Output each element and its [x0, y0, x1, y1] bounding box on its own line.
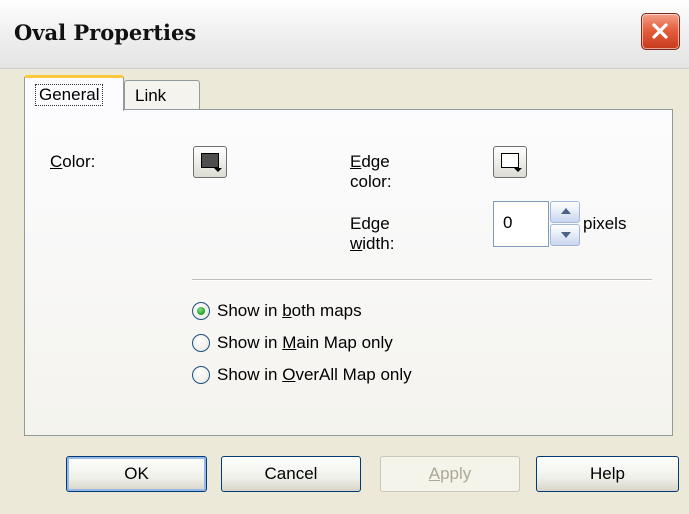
edge-width-unit: pixels [583, 214, 627, 233]
color-swatch [201, 153, 219, 168]
cancel-button[interactable]: Cancel [221, 456, 361, 492]
chevron-down-icon [514, 168, 522, 172]
window-title: Oval Properties [14, 20, 197, 45]
close-button[interactable] [641, 13, 680, 50]
color-picker-button[interactable] [193, 146, 227, 178]
help-button[interactable]: Help [536, 456, 679, 492]
radio-button[interactable] [192, 366, 210, 384]
spin-up-button[interactable] [550, 201, 580, 223]
arrow-down-icon [561, 232, 571, 238]
radio-label: Show in OverAll Map only [217, 365, 412, 384]
edge-color-swatch [501, 153, 519, 168]
tab-link-label: Link [135, 86, 167, 105]
apply-button[interactable]: Apply [380, 456, 520, 492]
edge-width-label: Edge width: [350, 214, 395, 253]
close-icon [652, 23, 668, 39]
edge-color-label: Edge color: [350, 152, 392, 191]
title-bar: Oval Properties [0, 0, 689, 69]
tab-general-label: General [35, 84, 104, 106]
spin-down-button[interactable] [550, 224, 580, 246]
edge-width-spinner [550, 201, 582, 247]
arrow-up-icon [561, 208, 571, 214]
edge-width-input[interactable]: 0 [493, 201, 549, 247]
color-label: Color: [50, 152, 96, 171]
radio-button[interactable] [192, 302, 210, 320]
tab-general[interactable]: General [24, 75, 124, 111]
chevron-down-icon [214, 168, 222, 172]
ok-button[interactable]: OK [66, 456, 207, 492]
radio-label: Show in both maps [217, 301, 362, 320]
general-panel [24, 109, 673, 436]
radio-label: Show in Main Map only [217, 333, 393, 352]
radio-selected-dot [197, 307, 205, 315]
radio-button[interactable] [192, 334, 210, 352]
edge-color-picker-button[interactable] [493, 146, 527, 178]
tab-link[interactable]: Link [124, 80, 200, 111]
separator [192, 279, 652, 281]
